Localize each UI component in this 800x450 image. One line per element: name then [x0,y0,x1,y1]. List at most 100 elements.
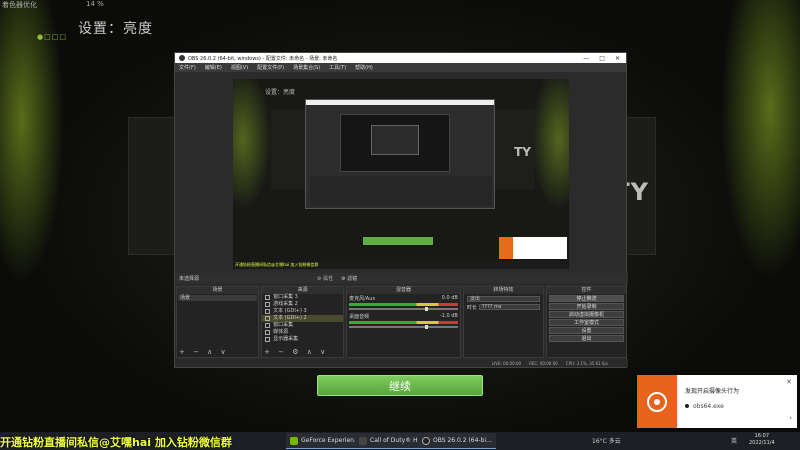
clock-date: 2022/11/4 [749,440,775,446]
obs-window-title: OBS 26.0.2 (64-bit, windows) - 配置文件: 未命名… [188,55,338,62]
geforce-icon [290,436,298,445]
cod-icon [359,436,367,445]
preview-nested-obs [305,99,495,209]
source-item[interactable]: 窗口采集 [262,322,343,329]
source-item[interactable]: 媒体源 [262,329,343,336]
sources-dock: 来源 窗口采集 3 游戏采集 2 文本 (GDI+) 3 文本 (GDI+) 2… [261,286,345,358]
settings-button[interactable]: 设置 [548,327,625,334]
bullet-icon [685,404,689,408]
stop-streaming-button[interactable]: 停止推流 [548,295,625,302]
preview-game-title: 设置：亮度 [265,89,296,96]
media-icon [265,330,271,335]
obs-preview[interactable]: 设置：亮度 TY 开通钻粉直播间私信@艾嘿hai 加入钻粉微信群 [233,79,569,269]
mixer-dock: 混音器 麦克风/Aux 0.0 dB 桌面音频 -1.0 dB [346,286,461,358]
game-icon [265,302,271,307]
virtual-camera-button[interactable]: 启动虚拟摄像机 [548,311,625,318]
scene-item[interactable]: 场景 [178,295,258,301]
menu-tools[interactable]: 工具(T) [329,64,346,71]
sources-header: 来源 [262,287,344,294]
weather-widget[interactable]: 16°C 多云 [592,436,621,445]
obs-window[interactable]: OBS 26.0.2 (64-bit, windows) - 配置文件: 未命名… [174,52,628,368]
text-icon [265,309,271,314]
studio-mode-button[interactable]: 工作室模式 [548,319,625,326]
scenes-header: 场景 [177,287,259,294]
source-item[interactable]: 游戏采集 2 [262,301,343,308]
mixer-channel-mic: 麦克风/Aux 0.0 dB [347,294,460,312]
duration-input[interactable]: ???? ms [478,304,540,310]
obs-icon [422,436,430,445]
properties-button[interactable]: ⚙ 属性 [317,275,333,282]
transitions-header: 转场特效 [463,287,543,294]
preview-continue-button [363,237,433,245]
window-icon [265,295,271,300]
notification-expand-button[interactable]: › [789,414,792,422]
taskbar-app-cod[interactable]: Call of Duty® HQ [355,433,427,449]
notification-title: 发现开启摄像头行为 [685,388,740,395]
taskbar-app-obs[interactable]: OBS 26.0.2 (64-bi... [418,433,496,449]
mixer-channel-desktop: 桌面音频 -1.0 dB [347,312,460,330]
shader-progress-value: 14 % [86,0,104,8]
game-settings-title: 设置：亮度 [78,21,153,37]
input-language[interactable]: 英 [731,436,737,445]
menu-profile[interactable]: 配置文件(P) [257,64,284,71]
close-button[interactable]: ✕ [615,55,620,62]
exit-button[interactable]: 退出 [548,335,625,342]
monitor-icon [265,337,271,342]
desktop-audio-label: 桌面音频 [349,314,370,320]
filters-button[interactable]: ⚙ 滤镜 [341,275,357,282]
desktop-volume-slider[interactable] [349,325,458,329]
obs-menu-bar: 文件(F) 编辑(E) 视图(V) 配置文件(P) 场景集合(S) 工具(T) … [175,63,626,72]
text-icon [265,316,271,321]
continue-button[interactable]: 继续 [317,375,483,396]
source-item[interactable]: 窗口采集 3 [262,294,343,301]
webcam-icon [637,375,677,428]
minimize-button[interactable]: — [583,55,589,62]
menu-scene-collection[interactable]: 场景集合(S) [293,64,320,71]
start-recording-button[interactable]: 开始录制 [548,303,625,310]
notification-close-button[interactable]: ✕ [786,378,792,386]
obs-logo-icon [179,55,185,61]
shader-progress: 着色器优化 14 % [0,0,200,9]
duration-label: 时长 [466,305,477,311]
taskbar-clock[interactable]: 16:07 2022/11/4 [749,433,775,447]
stream-banner: 开通钻粉直播间私信@艾嘿hai 加入钻粉微信群 [0,436,232,449]
mixer-header: 混音器 [347,287,460,294]
maximize-button[interactable]: □ [599,55,605,62]
desktop-level-meter [349,321,458,324]
menu-help[interactable]: 帮助(H) [355,64,373,71]
transition-select[interactable]: 淡出 [466,296,540,302]
taskbar-app-geforce[interactable]: GeForce Experien... [286,433,364,449]
controls-dock: 控件 停止推流 开始录制 启动虚拟摄像机 工作室模式 设置 退出 [545,286,628,358]
source-item[interactable]: 显示器采集 [262,336,343,343]
cpu-fps: CPU: 3.1%, 35.61 fps [565,360,608,366]
source-toolbar: 未选择源 ⚙ 属性 ⚙ 滤镜 [175,273,628,283]
notification-app: obs64.exe [693,403,724,410]
mic-volume-slider[interactable] [349,307,458,311]
obs-title-bar[interactable]: OBS 26.0.2 (64-bit, windows) - 配置文件: 未命名… [175,53,626,63]
clock-time: 16:07 [754,433,770,439]
source-item-selected[interactable]: 文本 (GDI+) 2 [262,315,344,322]
desktop-audio-db: -1.0 dB [439,313,458,319]
source-item[interactable]: 文本 (GDI+) 3 [262,308,343,315]
menu-edit[interactable]: 编辑(E) [205,64,222,71]
preview-banner: 开通钻粉直播间私信@艾嘿hai 加入钻粉微信群 [233,261,569,269]
mic-label: 麦克风/Aux [349,296,376,302]
shader-progress-label: 着色器优化 [2,1,37,9]
scenes-dock: 场景 场景 + − ∧ ∨ [176,286,260,358]
transitions-dock: 转场特效 淡出 时长 ???? ms [462,286,544,358]
obs-statusbar: LIVE: 00:00:00 REC: 00:00:00 CPU: 3.1%, … [175,359,628,367]
camera-notification[interactable]: 发现开启摄像头行为 obs64.exe ✕ › [637,375,797,428]
scenes-toolbar[interactable]: + − ∧ ∨ [179,348,229,356]
page-indicator: ●□□□ [37,33,67,41]
mic-level-meter [349,303,458,306]
preview-notification [499,237,567,259]
obs-docks: 场景 场景 + − ∧ ∨ 来源 窗口采集 3 游戏采集 2 文本 (GDI+)… [175,286,628,358]
live-timer: LIVE: 00:00:00 [491,360,522,366]
menu-file[interactable]: 文件(F) [179,64,196,71]
sources-toolbar[interactable]: + − ⚙ ∧ ∨ [264,348,328,356]
window-icon [265,323,271,328]
mic-db: 0.0 dB [441,295,458,301]
controls-header: 控件 [546,287,627,294]
rec-timer: REC: 00:00:00 [529,360,558,366]
menu-view[interactable]: 视图(V) [231,64,248,71]
